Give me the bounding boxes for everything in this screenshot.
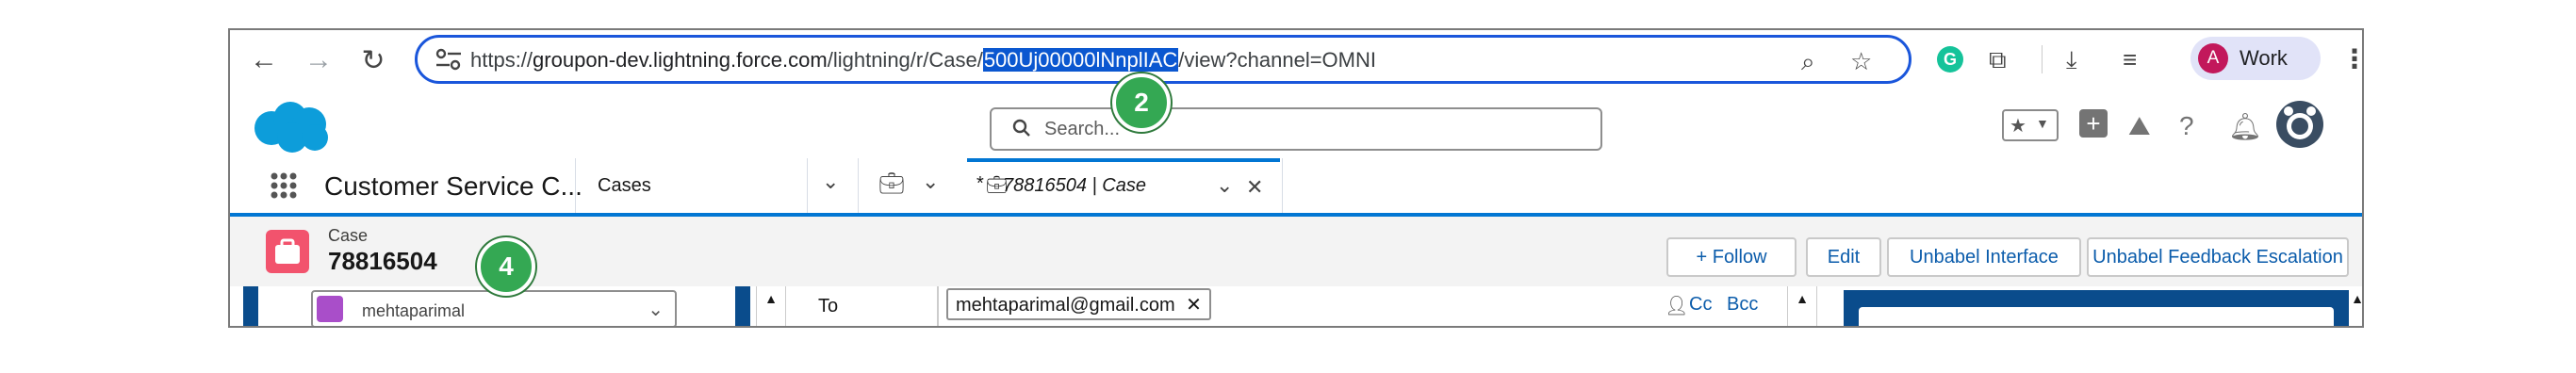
field-divider <box>937 286 939 326</box>
unbabel-interface-button[interactable]: Unbabel Interface <box>1887 237 2081 277</box>
bcc-link[interactable]: Bcc <box>1727 294 1758 316</box>
avatar: A <box>2198 43 2228 73</box>
chevron-down-icon[interactable]: ⌄ <box>822 170 839 194</box>
url-query: /view?channel=OMNI <box>1178 48 1376 72</box>
panel-divider <box>735 286 750 326</box>
tab-divider <box>1282 158 1283 213</box>
url-selected-id: 500Uj00000lNnplIAC <box>982 48 1179 72</box>
case-object-icon <box>266 230 309 273</box>
tab-divider <box>807 158 808 213</box>
search-icon <box>1012 119 1030 137</box>
browser-toolbar: ← → ↻ https://groupon-dev.lightning.forc… <box>230 30 2362 91</box>
tab-case-78816504[interactable]: * 💼︎ 78816504 | Case ⌄ ✕ <box>967 158 1280 213</box>
chevron-down-icon[interactable]: ⌄ <box>648 298 664 321</box>
search-placeholder: Search... <box>1044 119 1121 139</box>
help-icon[interactable]: ? <box>2179 111 2194 141</box>
unsaved-marker: * <box>976 173 984 194</box>
contact-lookup-icon: 👤︎ <box>1665 296 1689 316</box>
recipient-pill[interactable]: mehtaparimal@gmail.com ✕ <box>946 288 1211 320</box>
reload-icon[interactable]: ↻ <box>356 43 390 77</box>
profile-button[interactable]: A Work <box>2190 37 2321 80</box>
global-search-input[interactable]: Search... <box>990 107 1602 151</box>
zoom-icon[interactable]: ⌕ <box>1801 47 1815 77</box>
case-number: 78816504 <box>328 247 437 275</box>
scroll-up-icon[interactable]: ▲ <box>2351 286 2362 326</box>
forward-icon[interactable]: → <box>302 43 336 77</box>
tab-divider <box>858 158 859 213</box>
chevron-down-icon: ▼ <box>2036 116 2049 131</box>
favorites-button[interactable]: ★ ▼ <box>2002 109 2059 141</box>
toolbar-divider <box>2042 45 2043 73</box>
right-utility-panel <box>1844 290 2349 326</box>
scroll-up-icon[interactable]: ▲ <box>1787 286 1817 326</box>
briefcase-icon <box>275 238 300 264</box>
recipient-email: mehtaparimal@gmail.com <box>956 295 1175 316</box>
extensions-icon[interactable]: ⧉ <box>1989 45 2007 75</box>
url-path: /lightning/r/Case/ <box>827 48 983 72</box>
step-badge: 4 <box>477 237 535 296</box>
salesforce-logo-icon[interactable] <box>249 100 334 154</box>
trailhead-icon[interactable]: ⛰ <box>2128 111 2151 142</box>
back-icon[interactable]: ← <box>247 43 281 77</box>
left-panel-edge <box>243 286 258 326</box>
chevron-down-icon[interactable]: ⌄ <box>922 170 939 194</box>
svg-text:G: G <box>1944 50 1957 69</box>
to-label: To <box>818 296 839 316</box>
contact-icon <box>317 296 343 322</box>
panel-card <box>1859 307 2334 326</box>
grammarly-icon[interactable]: G <box>1936 45 1964 73</box>
more-menu-icon[interactable]: ⋮ <box>2341 43 2362 74</box>
salesforce-header: Search... ★ ▼ + ⛰ ? 🔔︎ <box>230 90 2362 158</box>
profile-label: Work <box>2240 46 2288 70</box>
contact-lookup[interactable]: mehtaparimal ⌄ <box>311 290 677 326</box>
edit-button[interactable]: Edit <box>1806 237 1881 277</box>
tab-divider <box>575 158 576 213</box>
reading-list-icon[interactable]: ≡ <box>2123 45 2137 74</box>
contact-name: mehtaparimal <box>362 301 466 320</box>
object-label: Case <box>328 226 369 245</box>
record-highlights: Case 78816504 + Follow Edit Unbabel Inte… <box>230 217 2362 287</box>
browser-window: ← → ↻ https://groupon-dev.lightning.forc… <box>228 28 2364 328</box>
star-icon: ★ <box>2010 116 2026 137</box>
notifications-bell-icon[interactable]: 🔔︎ <box>2228 111 2262 142</box>
nav-tab-cases[interactable]: Cases <box>598 175 651 197</box>
scroll-up-icon[interactable]: ▲ <box>756 286 786 326</box>
url-prefix: https:// <box>470 48 533 72</box>
workspace-tab-bar: Customer Service C... Cases ⌄ 💼︎ ⌄ * 💼︎ … <box>230 158 2362 217</box>
url-host: groupon-dev.lightning.force.com <box>533 48 828 72</box>
case-tab-label: 78816504 | Case <box>1003 175 1146 196</box>
bookmark-star-icon[interactable]: ☆ <box>1850 47 1872 76</box>
download-icon[interactable]: ⤓ <box>2066 45 2077 75</box>
remove-recipient-icon[interactable]: ✕ <box>1186 295 1202 316</box>
step-badge: 2 <box>1112 73 1171 132</box>
briefcase-icon: 💼︎ <box>878 171 905 195</box>
global-actions-add-icon[interactable]: + <box>2079 109 2108 138</box>
url-text[interactable]: https://groupon-dev.lightning.force.com/… <box>470 48 1376 73</box>
address-bar[interactable]: https://groupon-dev.lightning.force.com/… <box>415 35 1911 84</box>
app-launcher-icon[interactable] <box>270 171 298 200</box>
cc-link[interactable]: Cc <box>1689 294 1712 316</box>
app-name: Customer Service C... <box>324 171 582 201</box>
record-content: mehtaparimal ⌄ ▲ To mehtaparimal@gmail.c… <box>230 286 2362 326</box>
chevron-down-icon[interactable]: ⌄ <box>1216 173 1233 198</box>
unbabel-feedback-escalation-button[interactable]: Unbabel Feedback Escalation <box>2087 237 2349 277</box>
user-avatar[interactable] <box>2275 100 2324 149</box>
follow-button[interactable]: + Follow <box>1666 237 1797 277</box>
close-tab-icon[interactable]: ✕ <box>1246 175 1263 200</box>
site-info-icon[interactable] <box>435 47 463 72</box>
